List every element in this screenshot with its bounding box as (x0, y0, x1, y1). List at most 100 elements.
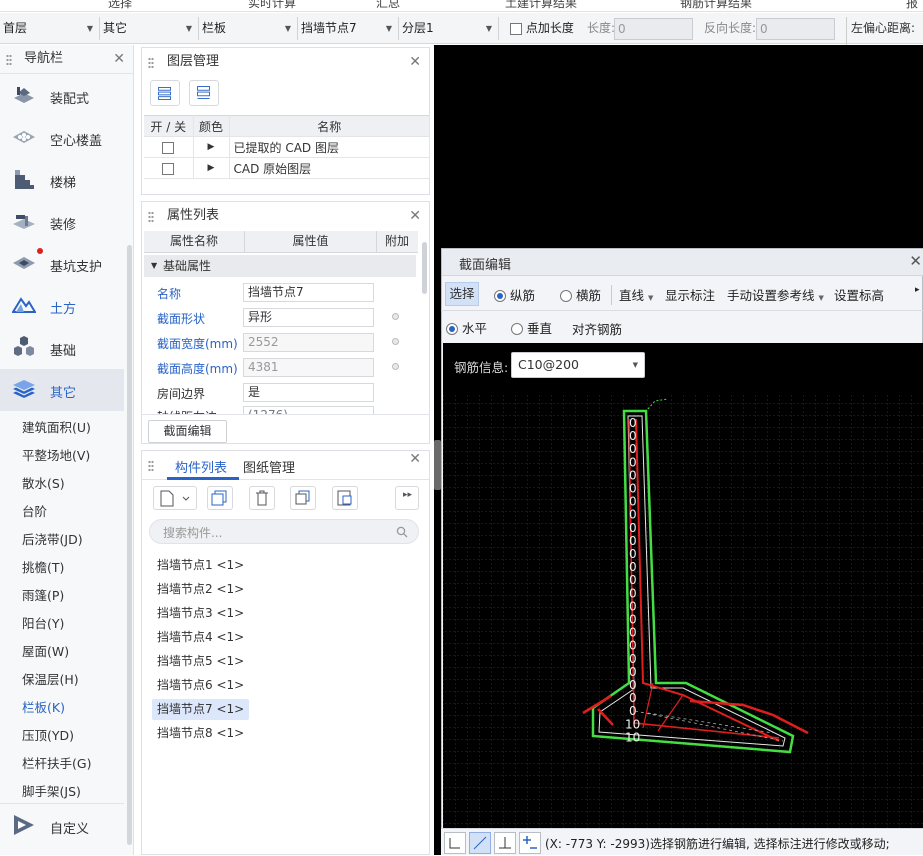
property-value-input[interactable]: 异形 (243, 308, 374, 327)
snap-add-button[interactable] (519, 832, 541, 854)
property-extra-dot[interactable] (392, 338, 399, 345)
property-value-input[interactable]: 是 (243, 383, 374, 402)
align-rebar-button[interactable]: 对齐钢筋 (572, 319, 622, 338)
list-item[interactable]: 挡墙节点2 <1> (152, 579, 249, 600)
close-icon[interactable]: ✕ (909, 252, 922, 270)
add-length-checkbox[interactable] (510, 22, 522, 35)
type-select[interactable]: 栏板 ▼ (199, 17, 298, 40)
component-select[interactable]: 挡墙节点7 ▼ (298, 17, 399, 40)
more-right-icon[interactable]: ▸ (915, 285, 920, 295)
property-extra-dot[interactable] (392, 313, 399, 320)
copy-to-floor-button[interactable] (290, 486, 316, 510)
collapse-icon[interactable]: ▼ (151, 255, 157, 277)
nav-scrollbar[interactable] (127, 245, 132, 845)
sub-item-parapet[interactable]: 栏板(K) (22, 697, 65, 716)
nav-item-other[interactable]: 其它 (0, 369, 124, 411)
property-value-input[interactable]: 挡墙节点7 (243, 283, 374, 302)
sync-component-button[interactable] (332, 486, 358, 510)
section-edit-button[interactable]: 截面编辑 (148, 420, 227, 443)
layer-select[interactable]: 分层1 ▼ (399, 17, 499, 40)
close-icon[interactable]: ✕ (113, 45, 125, 73)
delete-component-button[interactable] (249, 486, 275, 510)
nav-item-foundation[interactable]: 基础 (0, 327, 124, 369)
property-value-input[interactable]: 2552 (243, 333, 374, 352)
manual-ref-line-dropdown[interactable]: 手动设置参考线 ▼ (727, 285, 824, 304)
sub-item-scaffold[interactable]: 脚手架(JS) (22, 781, 81, 800)
add-length-toggle[interactable]: 点加长度 (510, 17, 574, 40)
sub-item-railing[interactable]: 栏杆扶手(G) (22, 753, 91, 772)
list-item[interactable]: 挡墙节点1 <1> (152, 555, 249, 576)
layer-toggle-button[interactable] (150, 80, 180, 106)
snap-corner-button[interactable] (444, 832, 466, 854)
component-search-input[interactable]: 搜索构件... (149, 519, 419, 544)
tab-report[interactable]: 报 (906, 0, 918, 11)
copy-component-button[interactable] (207, 486, 233, 510)
property-value-input[interactable]: 4381 (243, 358, 374, 377)
table-row[interactable]: ▶ CAD 原始图层 (144, 157, 430, 179)
category-select[interactable]: 其它 ▼ (100, 17, 199, 40)
snap-perpendicular-button[interactable] (494, 832, 516, 854)
nav-item-hollow-slab[interactable]: 空心楼盖 (0, 117, 124, 159)
nav-item-stairs[interactable]: 楼梯 (0, 159, 124, 201)
close-icon[interactable]: ✕ (409, 48, 421, 76)
list-item[interactable]: 挡墙节点8 <1> (152, 723, 249, 744)
tab-realtime-calc[interactable]: 实时计算 (248, 0, 296, 11)
expand-arrow-icon[interactable]: ▶ (193, 157, 230, 179)
tab-component-list[interactable]: 构件列表 (175, 457, 227, 476)
property-extra-dot[interactable] (392, 363, 399, 370)
nav-item-prefab[interactable]: 装配式 (0, 75, 124, 117)
list-item[interactable]: 挡墙节点6 <1> (152, 675, 249, 696)
sub-item-eaves[interactable]: 挑檐(T) (22, 557, 64, 576)
sub-item-insulation[interactable]: 保温层(H) (22, 669, 79, 688)
layer-merge-button[interactable] (189, 80, 219, 106)
sub-item-apron[interactable]: 散水(S) (22, 473, 65, 492)
drag-grip-icon[interactable] (148, 460, 154, 472)
nav-item-earthwork[interactable]: 土方 (0, 285, 124, 327)
tab-select[interactable]: 选择 (108, 0, 132, 11)
more-tools-button[interactable]: ▸▸ (395, 486, 419, 510)
sub-item-steps[interactable]: 台阶 (22, 501, 47, 520)
tab-rebar-result[interactable]: 钢筋计算结果 (680, 0, 752, 11)
list-item-selected[interactable]: 挡墙节点7 <1> (152, 699, 250, 720)
close-icon[interactable]: ✕ (409, 202, 421, 230)
drag-grip-icon[interactable] (148, 57, 154, 69)
sub-item-site-leveling[interactable]: 平整场地(V) (22, 445, 90, 464)
tab-summary[interactable]: 汇总 (376, 0, 400, 11)
sub-item-canopy[interactable]: 雨篷(P) (22, 585, 64, 604)
drag-grip-icon[interactable] (6, 54, 12, 66)
line-mode-dropdown[interactable]: 直线 ▼ (619, 285, 653, 304)
layer-visible-checkbox[interactable] (162, 141, 175, 154)
select-mode-button[interactable]: 选择 (445, 282, 479, 306)
search-icon[interactable] (396, 526, 408, 538)
sub-item-post-cast-strip[interactable]: 后浇带(JD) (22, 529, 83, 548)
drag-grip-icon[interactable] (148, 211, 154, 223)
layer-visible-checkbox[interactable] (162, 162, 175, 175)
table-row[interactable]: ▶ 已提取的 CAD 图层 (144, 136, 430, 158)
sub-item-balcony[interactable]: 阳台(Y) (22, 613, 64, 632)
sub-item-coping[interactable]: 压顶(YD) (22, 725, 74, 744)
tab-drawing-management[interactable]: 图纸管理 (243, 457, 295, 476)
list-item[interactable]: 挡墙节点3 <1> (152, 603, 249, 624)
show-dimension-button[interactable]: 显示标注 (665, 285, 715, 304)
list-item[interactable]: 挡墙节点5 <1> (152, 651, 249, 672)
sub-item-building-area[interactable]: 建筑面积(U) (22, 417, 91, 436)
list-item[interactable]: 挡墙节点4 <1> (152, 627, 249, 648)
length-input[interactable]: 0 (614, 18, 693, 40)
new-component-button[interactable] (153, 486, 197, 510)
transverse-radio[interactable]: 横筋 (560, 285, 601, 304)
nav-item-decoration[interactable]: 装修 (0, 201, 124, 243)
rebar-info-select[interactable]: C10@200 ▼ (511, 352, 645, 378)
splitter-handle[interactable] (434, 440, 441, 490)
set-elevation-button[interactable]: 设置标高 (834, 285, 884, 304)
close-icon[interactable]: ✕ (409, 451, 421, 467)
snap-slope-button[interactable] (469, 832, 491, 854)
sub-item-roof[interactable]: 屋面(W) (22, 641, 69, 660)
property-group-row[interactable]: ▼ 基础属性 (144, 255, 416, 277)
floor-select[interactable]: 首层 ▼ (0, 17, 100, 40)
horizontal-radio[interactable]: 水平 (446, 318, 487, 337)
reverse-length-input[interactable]: 0 (756, 18, 835, 40)
property-scrollbar[interactable] (422, 242, 427, 294)
section-drawing-area[interactable]: 000000000000000000000001010 (443, 343, 923, 828)
nav-item-custom[interactable]: 自定义 (0, 805, 124, 847)
expand-arrow-icon[interactable]: ▶ (193, 136, 230, 158)
